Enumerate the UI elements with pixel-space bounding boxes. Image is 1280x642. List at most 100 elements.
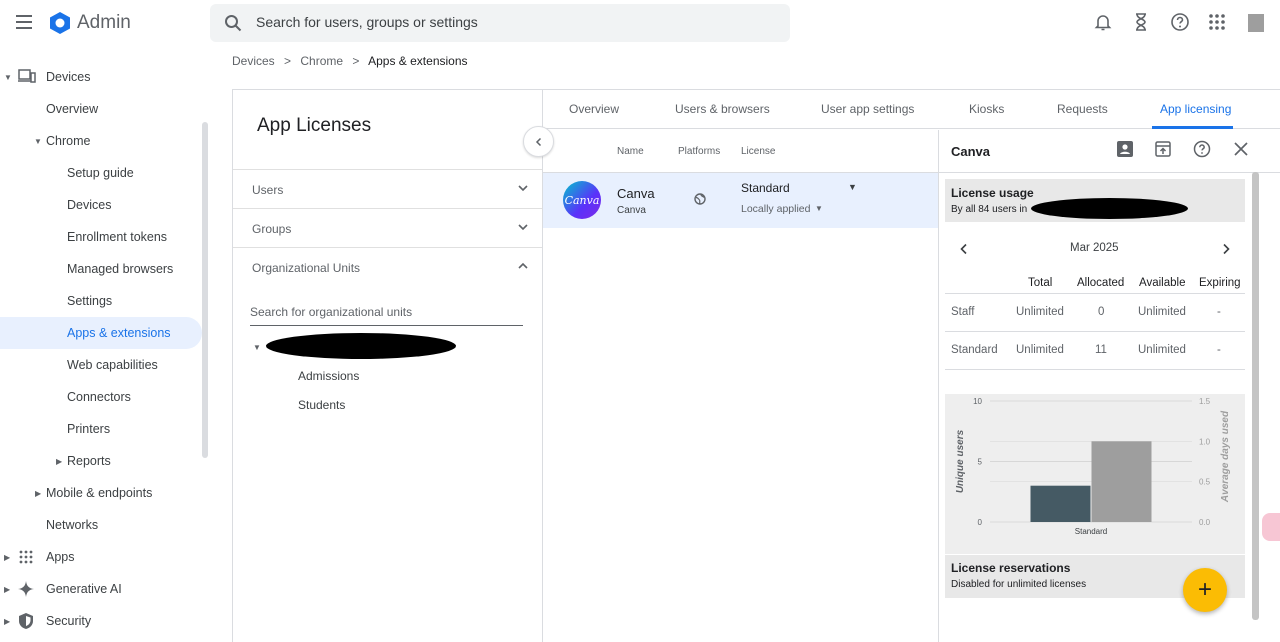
tab-users-browsers[interactable]: Users & browsers (675, 102, 770, 116)
sidebar-label: Apps (46, 550, 75, 564)
breadcrumb-devices[interactable]: Devices (232, 54, 275, 68)
sidebar-scrollbar[interactable] (202, 122, 208, 458)
active-tab-indicator (1152, 126, 1233, 129)
tasks-hourglass-icon[interactable] (1131, 12, 1151, 32)
redacted-org-name[interactable] (266, 333, 456, 359)
detail-help-icon[interactable] (1193, 140, 1211, 158)
collapse-caret-icon: ▶ (4, 584, 11, 594)
sidebar-item-generative-ai[interactable]: ▶ Generative AI (0, 573, 202, 605)
tab-user-app-settings[interactable]: User app settings (821, 102, 914, 116)
ou-expand-caret-icon[interactable]: ▼ (253, 343, 261, 352)
sidebar-label: Enrollment tokens (67, 230, 168, 244)
chevron-down-icon (518, 224, 528, 231)
expand-caret-icon: ▼ (4, 72, 12, 82)
admin-logo-icon[interactable] (48, 11, 72, 35)
sidebar-item-settings[interactable]: Settings (0, 285, 202, 317)
chart-bar-standard-right (1091, 441, 1152, 522)
main-menu-icon[interactable] (14, 12, 34, 32)
license-row-divider (945, 369, 1245, 370)
previous-month-icon[interactable] (959, 243, 969, 255)
sidebar-item-apps-extensions[interactable]: Apps & extensions (0, 317, 202, 349)
row-expiring-standard: - (1217, 344, 1221, 356)
collapse-panel-button[interactable] (523, 126, 554, 157)
column-header-name[interactable]: Name (617, 146, 644, 157)
breadcrumb-separator: > (352, 54, 360, 68)
ou-item-students[interactable]: Students (298, 398, 345, 412)
filter-groups[interactable]: Groups (233, 208, 542, 248)
column-header-platforms[interactable]: Platforms (678, 146, 720, 157)
side-translate-button[interactable] (1262, 513, 1280, 541)
filter-users[interactable]: Users (233, 169, 542, 209)
sidebar-item-setup-guide[interactable]: Setup guide (0, 157, 202, 189)
applied-dropdown-icon[interactable]: ▼ (815, 204, 823, 213)
sidebar-item-security[interactable]: ▶ Security (0, 605, 202, 637)
sidebar-item-apps[interactable]: ▶ Apps (0, 541, 202, 573)
chart-x-tick-label: Standard (1075, 527, 1107, 536)
sidebar-item-chrome[interactable]: ▼ Chrome (0, 125, 202, 157)
add-fab-button[interactable]: + (1183, 568, 1227, 612)
tab-requests[interactable]: Requests (1057, 102, 1108, 116)
open-in-new-icon[interactable] (1154, 140, 1172, 158)
license-select-value[interactable]: Standard (741, 181, 790, 195)
help-icon[interactable] (1170, 12, 1190, 32)
license-dropdown-icon[interactable]: ▼ (848, 182, 857, 192)
sidebar-item-mobile-endpoints[interactable]: ▶ Mobile & endpoints (0, 477, 202, 509)
canva-logo: Canva (563, 181, 601, 219)
tab-overview[interactable]: Overview (569, 102, 619, 116)
notifications-bell-icon[interactable] (1093, 12, 1113, 32)
ou-search-input[interactable]: Search for organizational units (250, 305, 523, 326)
column-total: Total (1028, 277, 1053, 289)
sidebar-label: Managed browsers (67, 262, 174, 276)
column-allocated: Allocated (1077, 277, 1125, 289)
next-month-icon[interactable] (1221, 243, 1231, 255)
sidebar-item-networks[interactable]: Networks (0, 509, 202, 541)
sidebar-label: Settings (67, 294, 113, 308)
chevron-left-icon (535, 137, 541, 146)
sidebar-item-web-capabilities[interactable]: Web capabilities (0, 349, 202, 381)
sidebar-label: Devices (46, 70, 91, 84)
row-available-standard: Unlimited (1138, 344, 1186, 356)
global-search-bar[interactable]: Search for users, groups or settings (210, 4, 790, 42)
row-allocated-standard: 11 (1095, 344, 1107, 356)
sidebar-label: Networks (46, 518, 99, 532)
search-icon (224, 14, 242, 32)
sidebar-item-overview[interactable]: Overview (0, 93, 202, 125)
collapse-caret-icon: ▶ (35, 488, 42, 498)
license-applied-status: Locally applied (741, 203, 811, 215)
chevron-up-icon (518, 262, 528, 269)
app-publisher: Canva (617, 205, 646, 216)
reservations-title: License reservations (951, 561, 1071, 575)
row-allocated-staff: 0 (1098, 306, 1105, 318)
sidebar-item-printers[interactable]: Printers (0, 413, 202, 445)
sidebar-item-connectors[interactable]: Connectors (0, 381, 202, 413)
month-label: Mar 2025 (1070, 242, 1119, 254)
license-row-divider (945, 331, 1245, 332)
account-avatar[interactable] (1248, 14, 1264, 32)
breadcrumb-chrome[interactable]: Chrome (300, 54, 343, 68)
tab-bar: Overview Users & browsers User app setti… (543, 90, 1280, 129)
sidebar-item-enrollment-tokens[interactable]: Enrollment tokens (0, 221, 202, 253)
brand-title[interactable]: Admin (77, 12, 131, 34)
ou-item-admissions[interactable]: Admissions (298, 369, 359, 383)
sidebar-label: Devices (67, 198, 112, 212)
tab-app-licensing[interactable]: App licensing (1160, 102, 1231, 116)
sidebar-item-managed-browsers[interactable]: Managed browsers (0, 253, 202, 285)
account-box-icon[interactable] (1116, 140, 1134, 158)
breadcrumb-separator: > (284, 54, 292, 68)
page-title: App Licenses (257, 115, 372, 136)
row-total-standard: Unlimited (1016, 344, 1064, 356)
filter-org-units[interactable]: Organizational Units (233, 247, 542, 287)
license-table-divider (945, 293, 1245, 294)
chart-y2-tick-label: 1.0 (1199, 437, 1211, 446)
apps-grid-icon[interactable] (1207, 12, 1227, 32)
detail-scrollbar[interactable] (1252, 172, 1259, 620)
tab-kiosks[interactable]: Kiosks (969, 102, 1004, 116)
close-icon[interactable] (1232, 140, 1250, 158)
column-header-license[interactable]: License (741, 146, 775, 157)
expand-caret-icon: ▼ (34, 136, 42, 146)
sidebar-item-reports[interactable]: ▶ Reports (0, 445, 202, 477)
collapse-caret-icon: ▶ (4, 552, 11, 562)
sidebar-item-chrome-devices[interactable]: Devices (0, 189, 202, 221)
sidebar-item-devices[interactable]: ▼ Devices (0, 61, 202, 93)
shield-icon (19, 613, 33, 629)
